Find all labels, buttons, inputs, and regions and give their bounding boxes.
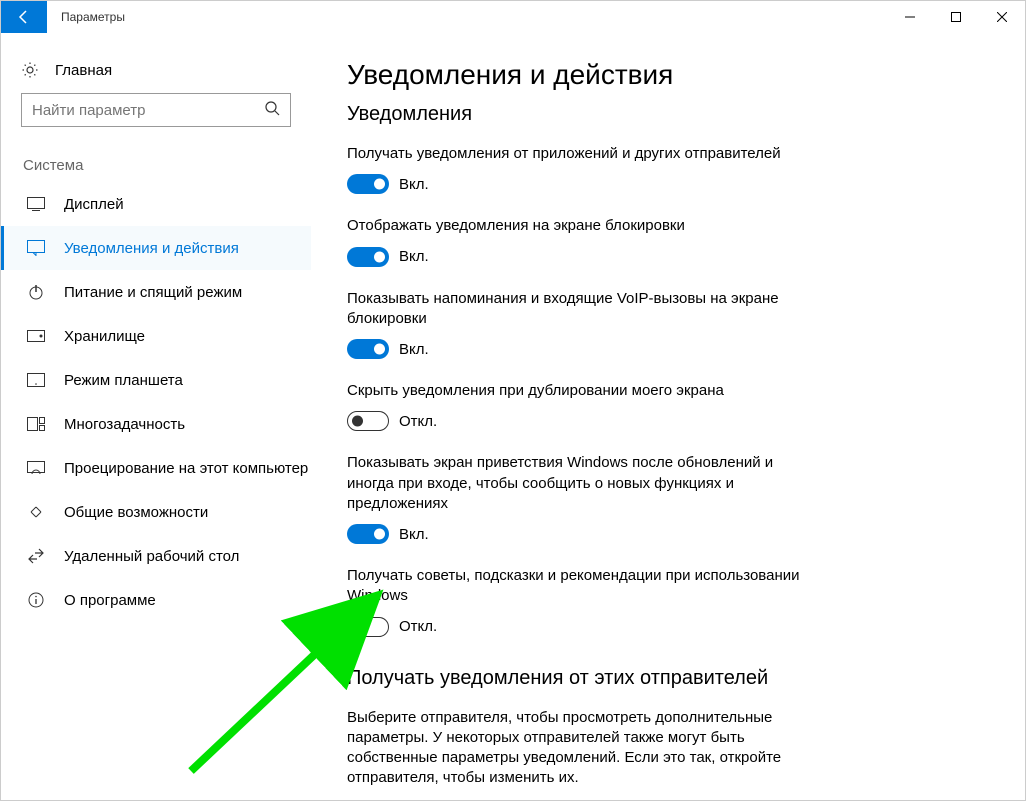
toggle-switch[interactable] <box>347 247 389 267</box>
nav-item-power[interactable]: Питание и спящий режим <box>1 270 311 314</box>
maximize-button[interactable] <box>933 1 979 33</box>
toggle-state-text: Вкл. <box>399 176 429 193</box>
setting-row: Скрыть уведомления при дублировании моег… <box>347 381 807 431</box>
remote-icon <box>26 546 46 566</box>
nav-label: О программе <box>64 592 156 609</box>
nav-label: Дисплей <box>64 196 124 213</box>
section-description: Выберите отправителя, чтобы просмотреть … <box>347 708 807 789</box>
nav-label: Уведомления и действия <box>64 240 239 257</box>
toggle-switch[interactable] <box>347 524 389 544</box>
main-content: Уведомления и действия Уведомления Получ… <box>311 33 1025 802</box>
tablet-icon <box>26 370 46 390</box>
nav-item-about[interactable]: О программе <box>1 578 311 622</box>
search-input[interactable] <box>32 102 264 119</box>
setting-row: Показывать экран приветствия Windows пос… <box>347 453 807 544</box>
toggle-state-text: Вкл. <box>399 526 429 543</box>
toggle-state-text: Вкл. <box>399 341 429 358</box>
setting-label: Получать уведомления от приложений и дру… <box>347 144 807 164</box>
home-link[interactable]: Главная <box>21 53 311 93</box>
nav-label: Хранилище <box>64 328 145 345</box>
section-heading-notifications: Уведомления <box>347 103 985 126</box>
nav-label: Общие возможности <box>64 504 208 521</box>
nav-label: Удаленный рабочий стол <box>64 548 239 565</box>
toggle-state-text: Вкл. <box>399 248 429 265</box>
nav-item-storage[interactable]: Хранилище <box>1 314 311 358</box>
setting-row: Отображать уведомления на экране блокиро… <box>347 216 807 266</box>
storage-icon <box>26 326 46 346</box>
page-heading: Уведомления и действия <box>347 59 985 91</box>
setting-label: Скрыть уведомления при дублировании моег… <box>347 381 807 401</box>
group-label: Система <box>21 157 311 174</box>
projecting-icon <box>26 458 46 478</box>
close-button[interactable] <box>979 1 1025 33</box>
nav-item-remote[interactable]: Удаленный рабочий стол <box>1 534 311 578</box>
power-icon <box>26 282 46 302</box>
nav-item-tablet[interactable]: Режим планшета <box>1 358 311 402</box>
toggle-switch[interactable] <box>347 174 389 194</box>
toggle-state-text: Откл. <box>399 413 437 430</box>
sidebar: Главная Система Дисплей Уведомления и де… <box>1 33 311 802</box>
setting-label: Получать советы, подсказки и рекомендаци… <box>347 566 807 607</box>
nav-label: Питание и спящий режим <box>64 284 242 301</box>
back-button[interactable] <box>1 1 47 33</box>
nav-item-display[interactable]: Дисплей <box>1 182 311 226</box>
display-icon <box>26 194 46 214</box>
info-icon <box>26 590 46 610</box>
search-input-container[interactable] <box>21 93 291 127</box>
shared-icon <box>26 502 46 522</box>
titlebar: Параметры <box>1 1 1025 33</box>
window-title: Параметры <box>61 10 125 24</box>
nav-item-shared[interactable]: Общие возможности <box>1 490 311 534</box>
nav-label: Проецирование на этот компьютер <box>64 460 308 477</box>
toggle-state-text: Откл. <box>399 618 437 635</box>
toggle-switch[interactable] <box>347 617 389 637</box>
minimize-button[interactable] <box>887 1 933 33</box>
setting-label: Показывать напоминания и входящие VoIP-в… <box>347 289 807 330</box>
multitask-icon <box>26 414 46 434</box>
setting-row: Показывать напоминания и входящие VoIP-в… <box>347 289 807 360</box>
setting-label: Отображать уведомления на экране блокиро… <box>347 216 807 236</box>
gear-icon <box>21 61 39 79</box>
toggle-switch[interactable] <box>347 339 389 359</box>
setting-row: Получать советы, подсказки и рекомендаци… <box>347 566 807 637</box>
home-label: Главная <box>55 62 112 79</box>
nav-item-notifications[interactable]: Уведомления и действия <box>1 226 311 270</box>
nav-label: Многозадачность <box>64 416 185 433</box>
setting-row: Получать уведомления от приложений и дру… <box>347 144 807 194</box>
setting-label: Показывать экран приветствия Windows пос… <box>347 453 807 514</box>
nav-item-projecting[interactable]: Проецирование на этот компьютер <box>1 446 311 490</box>
nav-label: Режим планшета <box>64 372 183 389</box>
window-controls <box>887 1 1025 33</box>
notifications-icon <box>26 238 46 258</box>
section-heading-senders: Получать уведомления от этих отправителе… <box>347 667 985 690</box>
search-icon <box>264 100 280 121</box>
toggle-switch[interactable] <box>347 411 389 431</box>
nav-item-multitask[interactable]: Многозадачность <box>1 402 311 446</box>
